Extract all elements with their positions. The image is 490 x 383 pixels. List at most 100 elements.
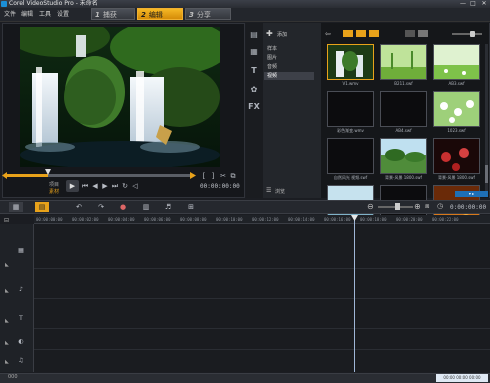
filter-icon[interactable]: FX [248,102,260,112]
ruler-tick-label: 00:00:10:00 [216,217,243,222]
track-toggle-icon[interactable]: ◣ [5,262,9,268]
zoom-handle[interactable] [395,203,400,210]
tab-edit[interactable]: 2 编辑 [137,8,183,20]
media-category-icon[interactable]: ▤ [248,30,260,40]
tab-capture[interactable]: 1 捕获 [91,8,135,20]
library-thumbnail[interactable] [433,44,480,80]
zoom-out-icon[interactable]: ⊖ [367,202,374,211]
thumb-view-icon[interactable] [418,30,428,37]
library-navigate-button[interactable]: ▾ ▸ [455,191,488,197]
taskbar-clock: 00:00 00:00 00:00 [436,374,488,382]
track-toggle-icon[interactable]: ◣ [5,359,9,365]
track-divider [34,349,490,350]
next-frame-icon[interactable]: ▶ [101,182,109,190]
thumb-size-handle[interactable] [470,31,475,37]
show-photos-icon[interactable] [356,30,366,37]
repeat-icon[interactable]: ↻ [121,182,129,190]
undo-icon[interactable]: ↶ [72,202,86,212]
instant-project-icon[interactable]: ▦ [248,47,260,57]
library-thumbnail[interactable] [433,138,480,174]
record-icon[interactable]: ● [116,202,130,212]
step-label: 编辑 [148,11,163,19]
folder-item-pictures[interactable]: 图片 [264,54,314,62]
overlay-track-icon[interactable]: ♪ [14,285,28,295]
ruler-tick-label: 00:00:04:00 [108,217,135,222]
browse-label[interactable]: 浏览 [275,188,285,195]
library-thumbnail[interactable] [327,44,374,80]
list-view-icon[interactable] [405,30,415,37]
title-icon[interactable]: T [248,66,260,76]
menu-settings[interactable]: 设置 [57,10,69,20]
add-folder-label[interactable]: 添加 [277,31,287,38]
folder-item-audio[interactable]: 音频 [264,63,314,71]
app-logo-icon [1,1,7,7]
ruler-tick-label: 00:00:00:00 [36,217,63,222]
auto-music-icon[interactable]: ♬ [161,202,175,212]
track-toggle-icon[interactable]: ◣ [5,318,9,324]
timeline-view-icon[interactable]: ▤ [35,202,49,212]
show-videos-icon[interactable] [343,30,353,37]
library-thumbnail[interactable] [327,138,374,174]
home-icon[interactable]: ⏮ [81,182,89,190]
redo-icon[interactable]: ↷ [94,202,108,212]
player-timecode[interactable]: 00:00:00:00 [200,183,240,190]
options-icon[interactable]: ☰ [266,187,271,194]
timeline-timecode[interactable]: 0:00:00:00 [450,204,486,211]
show-audio-icon[interactable] [369,30,379,37]
library-scroll-thumb[interactable] [485,165,488,183]
folder-item-video[interactable]: 视频 [264,72,314,80]
play-button[interactable]: ▶ [66,180,79,192]
track-toggle-icon[interactable]: ◣ [5,288,9,294]
track-divider [34,298,490,299]
playhead[interactable] [354,215,355,372]
preview-video[interactable] [20,27,220,167]
library-thumbnail[interactable] [380,44,427,80]
menu-tools[interactable]: 工具 [39,10,51,20]
menu-file[interactable]: 文件 [4,10,16,20]
track-toggle-icon[interactable]: ◣ [5,340,9,346]
project-mode-label[interactable]: 项目 [49,181,59,188]
zoom-in-icon[interactable]: ⊕ [414,202,421,211]
folder-item-sample[interactable]: 样本 [264,45,314,53]
clip-mode-label[interactable]: 素材 [49,188,59,195]
maximize-button[interactable]: □ [468,0,478,8]
fit-project-icon[interactable]: ⧈ [425,202,429,211]
prev-frame-icon[interactable]: ◀ [91,182,99,190]
mark-in-icon[interactable]: [ [200,172,208,180]
track-manager-icon[interactable]: ⊟ [4,217,9,224]
enlarge-icon[interactable]: ⧉ [229,172,237,180]
split-icon[interactable]: ✂ [219,172,227,180]
ruler-tick-label: 00:00:22:00 [432,217,459,222]
mark-out-icon[interactable]: ] [209,172,217,180]
thumbnail-label: AB4.swf [395,128,412,133]
volume-icon[interactable]: ◁ [131,182,139,190]
status-left: 000 [8,374,18,380]
minimize-button[interactable]: — [458,0,468,8]
folder-up-icon[interactable]: ⇦ [325,30,331,38]
tab-share[interactable]: 3 分享 [185,8,231,20]
title-track-icon[interactable]: T [14,314,28,324]
menu-edit[interactable]: 编辑 [21,10,33,20]
status-bar [0,373,490,383]
window-title: Corel VideoStudio Pro - 未命名 [9,0,98,7]
library-thumbnail[interactable] [327,91,374,127]
video-track-icon[interactable]: ▦ [14,246,28,256]
voice-track-icon[interactable]: ◐ [14,337,28,347]
thumbnail-label: AB3.swf [448,81,465,86]
track-divider [34,268,490,269]
track-divider [34,328,490,329]
chapter-icon[interactable]: ⊞ [184,202,198,212]
end-icon[interactable]: ⏭ [111,182,119,190]
library-thumbnail[interactable] [380,138,427,174]
add-folder-icon[interactable]: ✚ [266,29,273,38]
sound-mixer-icon[interactable]: ▥ [139,202,153,212]
library-thumbnail[interactable] [433,91,480,127]
library-thumbnail[interactable] [380,91,427,127]
close-button[interactable]: ✕ [479,0,489,8]
storyboard-view-icon[interactable]: ▦ [9,202,23,212]
ruler-tick-label: 00:00:06:00 [144,217,171,222]
graphic-icon[interactable]: ✿ [248,85,260,95]
music-track-icon[interactable]: ♫ [14,356,28,366]
thumb-size-slider[interactable] [452,33,482,35]
status-time-2: 00:00 [456,375,468,380]
